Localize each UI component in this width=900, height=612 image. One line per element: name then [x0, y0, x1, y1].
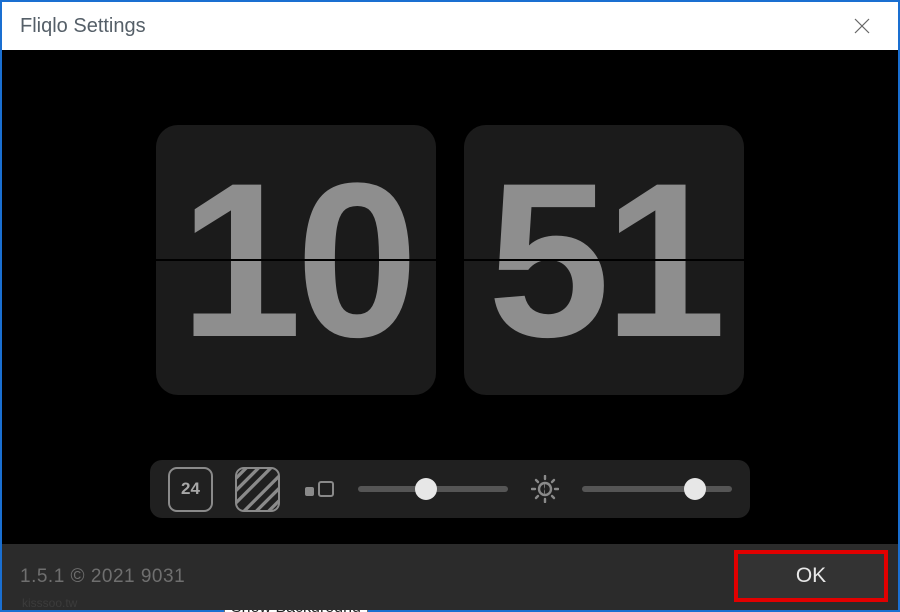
- hatch-icon: [237, 469, 278, 510]
- watermark-text: kisssoo.tw: [22, 596, 77, 610]
- toolbar-wrap: 24: [2, 460, 898, 544]
- flip-card-minutes: 51: [464, 125, 744, 395]
- window-body: 10 51 24: [2, 50, 898, 610]
- scale-icon-small-square: [305, 487, 314, 496]
- hour-format-button[interactable]: 24: [168, 467, 213, 512]
- hour-format-value: 24: [181, 479, 200, 499]
- brightness-slider-thumb[interactable]: [684, 478, 706, 500]
- close-button[interactable]: [838, 2, 886, 50]
- bottom-bar: 1.5.1 © 2021 9031 OK kisssoo.tw: [2, 544, 898, 610]
- show-background-button[interactable]: [235, 467, 280, 512]
- brightness-icon: [530, 474, 560, 504]
- scale-icon-large-square: [318, 481, 334, 497]
- ok-button-label: OK: [796, 564, 826, 588]
- close-icon: [853, 17, 871, 35]
- clock-hours: 10: [180, 150, 413, 370]
- clock-minutes: 51: [488, 150, 721, 370]
- flip-card-hours: 10: [156, 125, 436, 395]
- brightness-slider[interactable]: [582, 486, 732, 492]
- window-title: Fliqlo Settings: [20, 15, 838, 38]
- scale-icon: [302, 481, 336, 497]
- scale-slider[interactable]: [358, 486, 508, 492]
- settings-toolbar: 24: [150, 460, 750, 518]
- settings-window: Fliqlo Settings 10 51 24: [0, 0, 900, 612]
- ok-button[interactable]: OK: [734, 550, 888, 602]
- clock-preview: 10 51: [2, 60, 898, 460]
- version-text: 1.5.1 © 2021 9031: [2, 566, 185, 588]
- titlebar: Fliqlo Settings: [2, 2, 898, 50]
- scale-slider-thumb[interactable]: [415, 478, 437, 500]
